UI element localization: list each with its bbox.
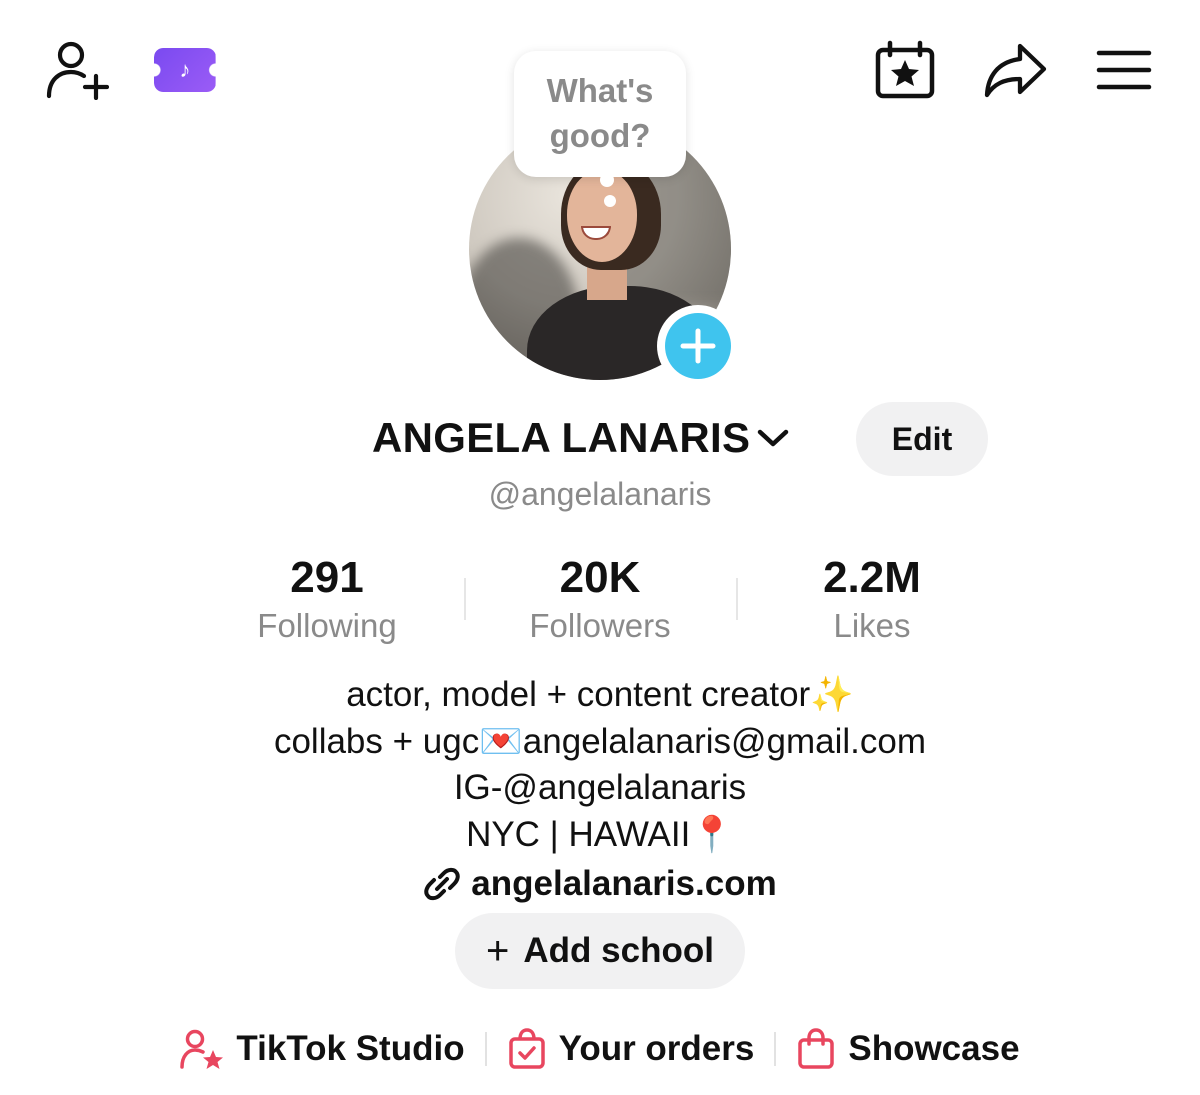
website-text: angelalanaris.com	[471, 864, 777, 903]
your-orders-link[interactable]: Your orders	[507, 1028, 755, 1070]
bio-line: NYC | HAWAII📍	[466, 814, 734, 854]
stat-divider	[464, 578, 466, 620]
live-ticket-icon[interactable]: ♪	[152, 44, 218, 96]
edit-profile-button[interactable]: Edit	[856, 402, 988, 476]
add-school-button[interactable]: + Add school	[455, 913, 745, 989]
followers-count: 20K	[559, 553, 641, 602]
story-note-bubble[interactable]: What's good?	[514, 51, 686, 177]
bubble-tail-dot	[600, 173, 614, 187]
display-name[interactable]: ANGELA LANARIS	[372, 414, 792, 462]
stat-divider	[736, 578, 738, 620]
plus-icon	[665, 313, 731, 379]
studio-person-star-icon	[180, 1029, 224, 1069]
stat-following[interactable]: 291 Following	[207, 552, 447, 648]
add-avatar-button[interactable]	[657, 305, 739, 387]
followers-label: Followers	[529, 607, 671, 644]
menu-icon[interactable]	[1094, 44, 1154, 96]
share-icon[interactable]	[980, 40, 1050, 100]
bubble-tail-dot	[604, 195, 616, 207]
showcase-link[interactable]: Showcase	[796, 1028, 1020, 1070]
showcase-label: Showcase	[848, 1029, 1020, 1068]
likes-label: Likes	[833, 607, 911, 644]
bio: actor, model + content creator✨ collabs …	[0, 672, 1200, 858]
stat-followers[interactable]: 20K Followers	[480, 552, 720, 648]
link-icon	[424, 867, 461, 901]
add-school-label: Add school	[523, 931, 714, 970]
plus-icon: +	[486, 929, 510, 973]
following-label: Following	[257, 607, 397, 644]
username: @angelalanaris	[488, 476, 712, 512]
ticket-glyph: ♪	[179, 57, 191, 82]
tiktok-studio-link[interactable]: TikTok Studio	[180, 1028, 465, 1070]
calendar-star-icon[interactable]	[872, 38, 938, 102]
display-name-text: ANGELA LANARIS	[372, 414, 751, 461]
add-friend-icon[interactable]	[40, 38, 112, 102]
story-note-text: What's good?	[546, 72, 654, 154]
bottom-links: TikTok Studio Your orders Showcase	[0, 1028, 1200, 1070]
your-orders-label: Your orders	[558, 1029, 755, 1068]
link-divider	[774, 1032, 777, 1066]
orders-bag-icon	[508, 1028, 545, 1069]
website-link[interactable]: angelalanaris.com	[0, 864, 1200, 904]
bio-line: collabs + ugc💌angelalanaris@gmail.com	[273, 721, 927, 761]
link-divider	[484, 1032, 487, 1066]
likes-count: 2.2M	[823, 553, 921, 602]
following-count: 291	[290, 553, 364, 602]
bio-line: IG-@angelalanaris	[453, 768, 747, 807]
tiktok-studio-label: TikTok Studio	[236, 1029, 465, 1068]
stat-likes[interactable]: 2.2M Likes	[752, 552, 992, 648]
bio-line: actor, model + content creator✨	[346, 675, 854, 714]
chevron-down-icon[interactable]	[756, 423, 792, 453]
showcase-bag-icon	[798, 1028, 835, 1069]
